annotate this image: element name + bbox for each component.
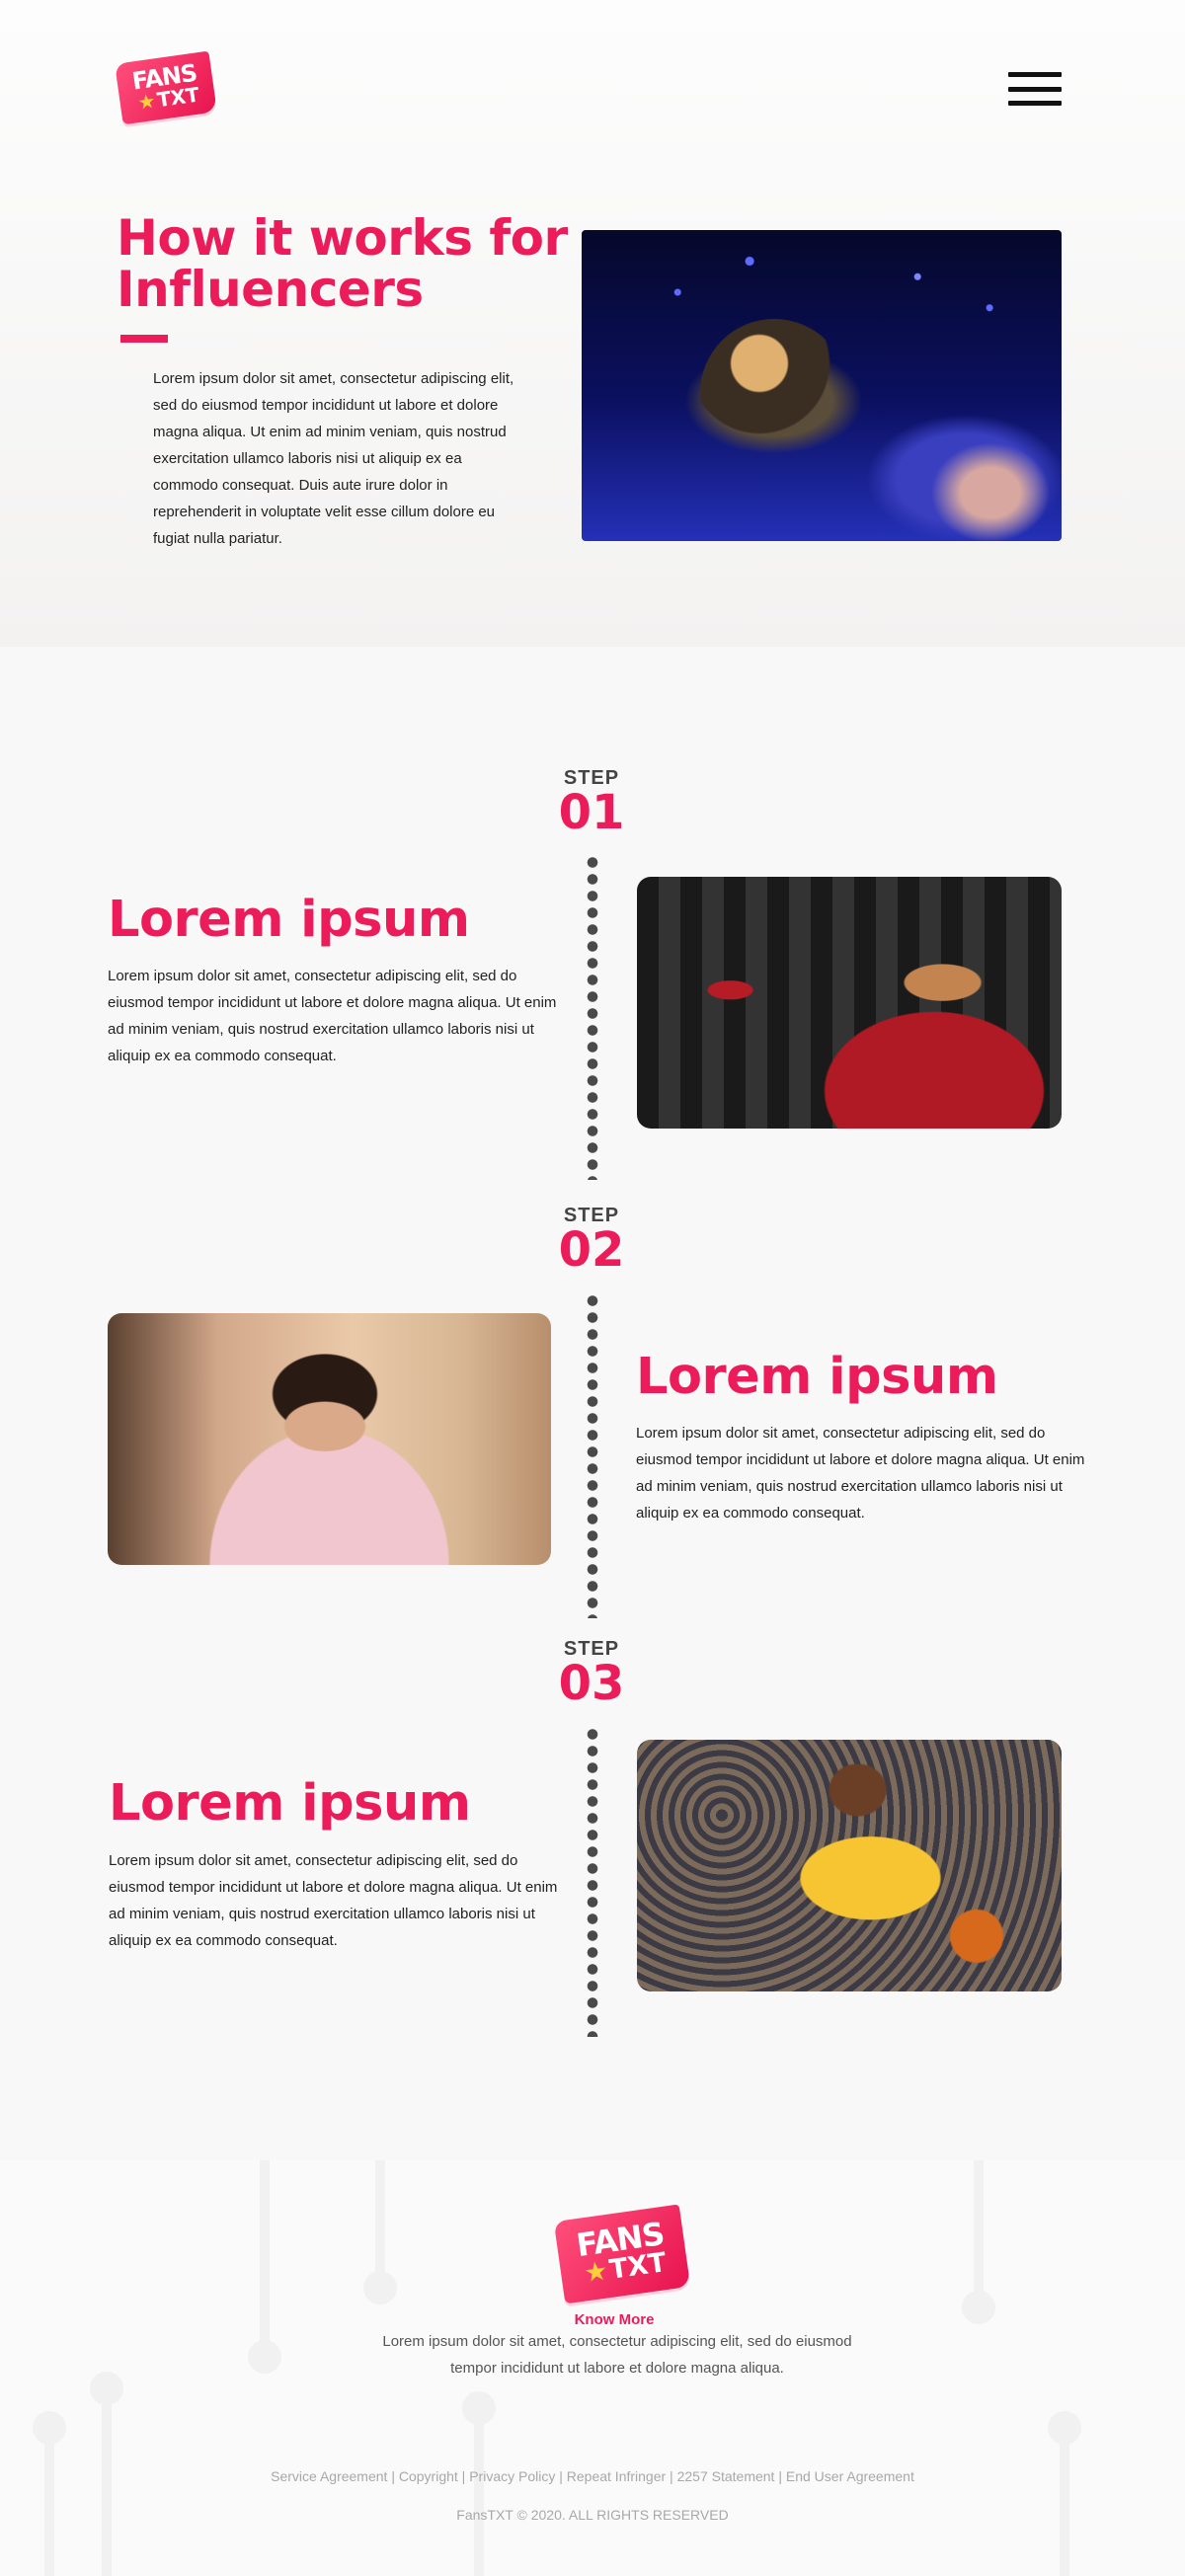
- hero-description: Lorem ipsum dolor sit amet, consectetur …: [153, 370, 514, 547]
- menu-bar: [1008, 101, 1062, 106]
- step-description: Lorem ipsum dolor sit amet, consectetur …: [636, 1425, 1085, 1522]
- step-title: Lorem ipsum: [636, 1348, 998, 1406]
- timeline-dots: [587, 1726, 598, 2037]
- footer-fanstxt-logo[interactable]: FANS ★TXT: [553, 2204, 691, 2304]
- menu-bar: [1008, 86, 1062, 92]
- footer-description: Lorem ipsum dolor sit amet, consectetur …: [382, 2333, 852, 2377]
- step-description: Lorem ipsum dolor sit amet, consectetur …: [109, 1852, 558, 1949]
- link-2257-statement[interactable]: 2257 Statement: [677, 2468, 775, 2484]
- hamburger-menu-icon[interactable]: [1008, 72, 1062, 106]
- step-title: Lorem ipsum: [108, 891, 470, 949]
- step-number: 02: [558, 1222, 625, 1278]
- timeline-dots: [587, 1292, 598, 1618]
- link-separator: |: [666, 2468, 677, 2484]
- decorative-pin: [248, 2160, 281, 2374]
- step-title: Lorem ipsum: [109, 1774, 471, 1833]
- logo-text-bottom: TXT: [155, 82, 201, 113]
- step-photo-basketball-player: [637, 1740, 1062, 1991]
- step-description: Lorem ipsum dolor sit amet, consectetur …: [108, 968, 557, 1064]
- link-separator: |: [387, 2468, 399, 2484]
- step-number: 03: [558, 1656, 625, 1711]
- timeline-dots: [587, 854, 598, 1180]
- decorative-pin: [33, 2411, 66, 2576]
- link-separator: |: [457, 2468, 470, 2484]
- audience-hands: [878, 398, 1062, 541]
- decorative-pin: [1048, 2411, 1081, 2576]
- link-repeat-infringer[interactable]: Repeat Infringer: [567, 2468, 666, 2484]
- logo-text-bottom: TXT: [607, 2247, 669, 2286]
- know-more-link[interactable]: Know More: [0, 2311, 1185, 2328]
- link-service-agreement[interactable]: Service Agreement: [271, 2468, 387, 2484]
- decorative-pin: [462, 2391, 496, 2576]
- copyright-text: FansTXT © 2020. ALL RIGHTS RESERVED: [456, 2507, 729, 2523]
- fanstxt-logo[interactable]: FANS ★TXT: [115, 50, 217, 125]
- step-photo-actress: [108, 1313, 551, 1565]
- link-separator: |: [774, 2468, 786, 2484]
- link-separator: |: [555, 2468, 567, 2484]
- page-title: How it works for Influencers: [117, 209, 568, 318]
- decorative-pin: [363, 2160, 397, 2304]
- performer-figure: [700, 319, 848, 467]
- decorative-pin: [962, 2160, 995, 2324]
- step-number: 01: [558, 785, 625, 840]
- step-photo-footballer: [637, 877, 1062, 1129]
- footer-links: Service Agreement | Copyright | Privacy …: [0, 2468, 1185, 2484]
- star-icon: ★: [135, 88, 157, 115]
- link-copyright[interactable]: Copyright: [399, 2468, 458, 2484]
- title-underline: [120, 335, 168, 343]
- menu-bar: [1008, 72, 1062, 77]
- link-privacy-policy[interactable]: Privacy Policy: [469, 2468, 555, 2484]
- hero-performer-image: [582, 230, 1062, 541]
- link-end-user-agreement[interactable]: End User Agreement: [786, 2468, 914, 2484]
- star-icon: ★: [582, 2255, 610, 2290]
